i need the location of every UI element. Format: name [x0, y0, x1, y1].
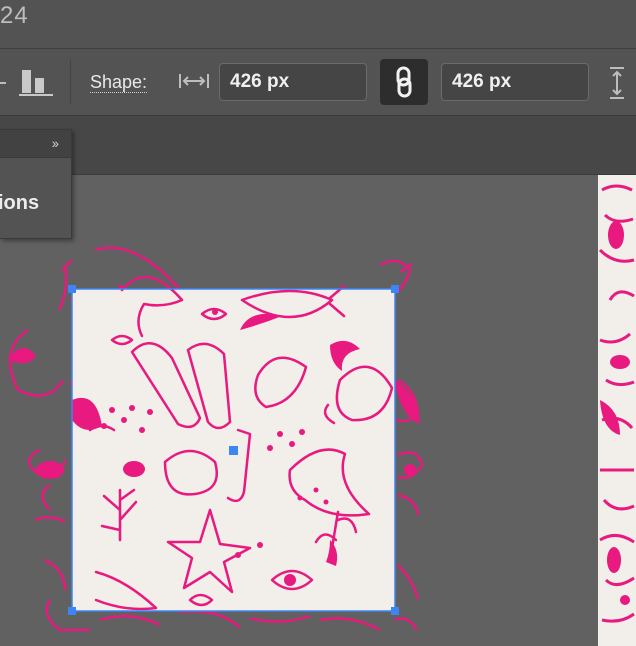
width-field[interactable]: 426 px [219, 63, 367, 101]
selection-center-point[interactable] [229, 446, 238, 455]
tool-edge-icon [0, 82, 6, 84]
pattern-tile [72, 275, 395, 611]
link-dimensions-button[interactable] [380, 59, 428, 105]
document-title: 24 [0, 2, 29, 29]
width-arrows-icon [179, 74, 209, 88]
canvas-area [0, 175, 636, 646]
adjacent-artboard [598, 175, 636, 646]
selection-handle-top-right[interactable] [391, 285, 399, 293]
selection-handle-bottom-left[interactable] [68, 607, 76, 615]
height-value: 426 px [452, 71, 512, 92]
document-tab-row [0, 116, 636, 175]
selection-handle-bottom-right[interactable] [391, 607, 399, 615]
width-value: 426 px [230, 71, 290, 92]
title-bar: 24 [0, 0, 636, 49]
panel-header: ›› [0, 130, 71, 158]
panel-label[interactable]: ions [0, 192, 39, 215]
align-bottom-icon[interactable] [19, 66, 55, 98]
selection-handle-top-left[interactable] [68, 285, 76, 293]
toolbar-divider [70, 60, 71, 104]
shape-label[interactable]: Shape: [90, 72, 148, 93]
floating-panel: ›› ions [0, 129, 72, 239]
link-icon [396, 66, 412, 98]
height-field[interactable]: 426 px [441, 63, 589, 101]
height-arrows-icon [610, 67, 624, 99]
collapse-chevrons-icon[interactable]: ›› [52, 135, 59, 151]
